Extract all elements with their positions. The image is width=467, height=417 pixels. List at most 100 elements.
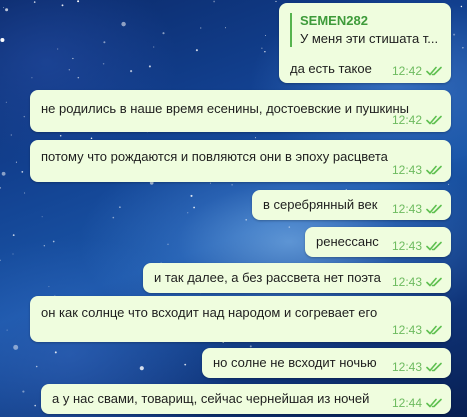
double-check-icon [426, 398, 442, 408]
star [52, 240, 55, 243]
star [103, 41, 106, 44]
star [200, 27, 202, 29]
star [35, 365, 38, 368]
double-check-icon [426, 277, 442, 287]
reply-quote[interactable]: SEMEN282 У меня эти стишата т... [290, 13, 438, 47]
star [90, 137, 93, 140]
message-bubble[interactable]: и так далее, а без рассвета нет поэта 12… [143, 263, 451, 293]
message-text: и так далее, а без рассвета нет поэта [154, 270, 381, 285]
star [261, 47, 263, 49]
message-meta: 12:44 [392, 396, 443, 410]
message-text: он как солнце что всходит над народом и … [41, 305, 378, 320]
message-bubble[interactable]: потому что рождаются и повляются они в э… [30, 140, 451, 182]
message-time: 12:43 [391, 163, 422, 177]
star [23, 115, 26, 118]
message-text: ренессанс [316, 234, 379, 249]
star [0, 186, 1, 189]
double-check-icon [426, 241, 442, 251]
star [77, 76, 80, 79]
message-bubble[interactable]: а у нас свами, товарищ, сейчас чернейшая… [41, 384, 451, 414]
star [462, 47, 464, 49]
star [190, 194, 193, 197]
star [460, 5, 463, 8]
reply-text: У меня эти стишата т... [300, 31, 439, 46]
message-text: да есть такое [290, 61, 372, 76]
star [195, 49, 198, 52]
star [34, 404, 36, 407]
chat-window: { "chat": { "messages": [ { "reply": { "… [0, 0, 467, 417]
star [209, 182, 212, 184]
star [6, 329, 8, 331]
star [153, 46, 155, 48]
message-bubble[interactable]: в серебрянный век 12:43 [252, 190, 451, 220]
message-bubble[interactable]: не родились в наше время есенины, достое… [30, 90, 451, 132]
double-check-icon [426, 115, 442, 125]
star [77, 0, 80, 3]
message-meta: 12:43 [392, 239, 443, 253]
message-meta: 12:43 [392, 163, 443, 177]
double-check-icon [426, 325, 442, 335]
message-bubble[interactable]: но солне не всходит ночью 12:43 [202, 348, 451, 378]
star [61, 4, 64, 7]
star [187, 212, 189, 214]
message-bubble[interactable]: SEMEN282 У меня эти стишата т... да есть… [279, 3, 451, 83]
star [54, 351, 57, 354]
star [193, 206, 195, 209]
star [59, 134, 62, 137]
message-time: 12:42 [391, 113, 422, 127]
star [41, 216, 43, 218]
star [264, 51, 266, 53]
star [24, 192, 26, 194]
star [68, 69, 70, 71]
star [57, 48, 59, 50]
star [139, 366, 144, 371]
star [184, 363, 187, 366]
star [31, 77, 33, 79]
message-meta: 12:43 [392, 323, 443, 337]
star [453, 33, 456, 36]
message-time: 12:43 [391, 202, 422, 216]
message-text: но солне не всходит ночью [213, 355, 377, 370]
message-text: не родились в наше время есенины, достое… [41, 101, 410, 116]
double-check-icon [426, 204, 442, 214]
star [225, 27, 226, 29]
star [162, 32, 165, 35]
message-meta: 12:43 [392, 275, 443, 289]
star [0, 259, 1, 261]
star [245, 218, 248, 221]
star [148, 65, 151, 68]
star [448, 183, 450, 185]
message-meta: 12:42 [392, 113, 443, 127]
message-meta: 12:42 [392, 64, 443, 78]
message-time: 12:44 [391, 396, 422, 410]
star [48, 286, 50, 288]
message-text: в серебрянный век [263, 197, 378, 212]
star [72, 57, 74, 60]
star [254, 137, 257, 139]
star [5, 101, 7, 103]
star [231, 184, 233, 186]
message-time: 12:43 [391, 239, 422, 253]
star [102, 63, 105, 65]
double-check-icon [426, 66, 442, 76]
star [12, 253, 14, 255]
star [213, 0, 215, 3]
star [43, 245, 45, 247]
message-time: 12:43 [391, 323, 422, 337]
star [264, 34, 267, 37]
message-bubble[interactable]: он как солнце что всходит над народом и … [30, 296, 451, 342]
double-check-icon [426, 362, 442, 372]
star [121, 21, 126, 27]
star [10, 134, 12, 136]
message-time: 12:43 [391, 360, 422, 374]
star [33, 1, 36, 3]
star [13, 344, 19, 350]
double-check-icon [426, 165, 442, 175]
message-time: 12:43 [391, 275, 422, 289]
star [21, 171, 24, 173]
star [112, 216, 115, 219]
message-meta: 12:43 [392, 360, 443, 374]
reply-author: SEMEN282 [300, 13, 368, 28]
star [1, 171, 6, 176]
message-bubble[interactable]: ренессанс 12:43 [305, 227, 451, 257]
